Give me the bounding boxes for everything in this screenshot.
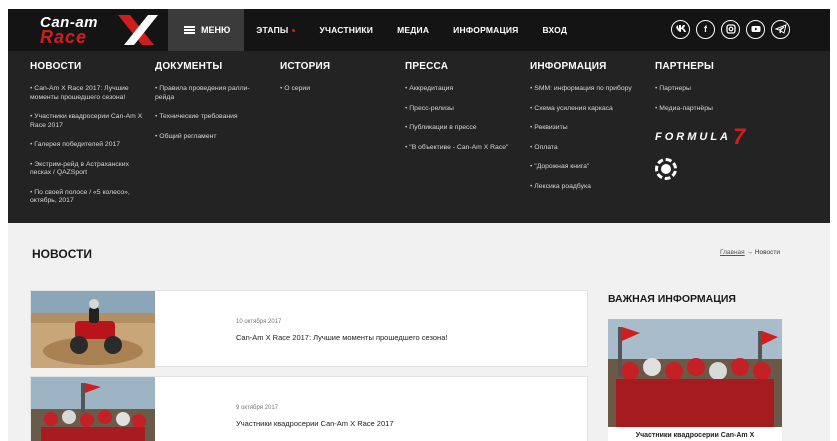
menu-link[interactable]: "Дорожная книга" xyxy=(530,163,650,172)
menu-link[interactable]: По своей полосе / «5 колесо», октябрь, 2… xyxy=(30,189,148,206)
formula-text: FORMULA xyxy=(655,131,731,143)
nav-item-information[interactable]: ИНФОРМАЦИЯ xyxy=(441,9,530,51)
menu-link[interactable]: Can-Am X Race 2017: Лучшие моменты проше… xyxy=(30,85,148,102)
menu-column-partners: ПАРТНЕРЫ Партнеры Медиа-партнёры FORMULA… xyxy=(655,61,775,180)
menu-list: Партнеры Медиа-партнёры xyxy=(655,85,775,113)
menu-list: Правила проведения ралли-рейда Техническ… xyxy=(155,85,267,141)
nav-item-media[interactable]: МЕДИА xyxy=(385,9,441,51)
menu-column-documents: ДОКУМЕНТЫ Правила проведения ралли-рейда… xyxy=(155,61,267,152)
menu-link[interactable]: Лексика роадбука xyxy=(530,183,650,192)
nav-item-stages[interactable]: ЭТАПЫ xyxy=(244,9,307,51)
logo-x-mark xyxy=(118,15,158,45)
menu-column-information: ИНФОРМАЦИЯ SMM: информация по прибору Сх… xyxy=(530,61,650,202)
formula-seven: 7 xyxy=(733,124,746,149)
menu-link[interactable]: Технические требования xyxy=(155,113,267,122)
menu-link[interactable]: SMM: информация по прибору xyxy=(530,85,650,94)
mega-menu: НОВОСТИ Can-Am X Race 2017: Лучшие момен… xyxy=(8,51,830,223)
page-title: НОВОСТИ xyxy=(32,247,93,261)
menu-column-title: ПРЕССА xyxy=(405,61,449,72)
nav-item-stages-label: ЭТАПЫ xyxy=(256,25,289,35)
menu-link[interactable]: Медиа-партнёры xyxy=(655,105,775,114)
menu-link[interactable]: Общий регламент xyxy=(155,133,267,142)
menu-list: SMM: информация по прибору Схема усилени… xyxy=(530,85,650,191)
top-nav-bar: Can-am Race МЕНЮ ЭТАПЫ УЧАСТНИКИ МЕДИА И… xyxy=(8,9,830,51)
menu-link[interactable]: Оплата xyxy=(530,144,650,153)
news-card[interactable]: 9 октября 2017 Участники квадросерии Can… xyxy=(30,376,588,441)
menu-column-title: ИСТОРИЯ xyxy=(280,61,331,72)
menu-list: О серии xyxy=(280,85,380,94)
menu-link[interactable]: Правила проведения ралли-рейда xyxy=(155,85,267,102)
menu-link[interactable]: Экстрим-рейд в Астраханских песках / QAZ… xyxy=(30,161,148,178)
menu-list: Аккредитация Пресс-релизы Публикации в п… xyxy=(405,85,527,152)
partner-gear-logo[interactable] xyxy=(655,158,677,180)
news-card-image[interactable] xyxy=(31,377,155,441)
menu-column-title: ПАРТНЕРЫ xyxy=(655,61,715,72)
formula7-logo[interactable]: FORMULA 7 xyxy=(655,124,775,150)
news-card-title[interactable]: Can-Am X Race 2017: Лучшие моменты проше… xyxy=(236,333,447,342)
menu-link[interactable]: "В объективе - Can-Am X Race" xyxy=(405,144,527,153)
breadcrumb-separator: → xyxy=(744,249,755,256)
sidebar-card-title[interactable]: Участники квадросерии Can-Am X xyxy=(608,432,782,439)
menu-column-history: ИСТОРИЯ О серии xyxy=(280,61,380,105)
nav-item-participants[interactable]: УЧАСТНИКИ xyxy=(307,9,385,51)
news-card-date: 10 октября 2017 xyxy=(236,319,282,325)
menu-column-title: ИНФОРМАЦИЯ xyxy=(530,61,607,72)
nav-item-login-label: ВХОД xyxy=(542,25,568,35)
nav-item-information-label: ИНФОРМАЦИЯ xyxy=(453,25,519,35)
menu-link[interactable]: Галерея победителей 2017 xyxy=(30,141,148,150)
page: Can-am Race МЕНЮ ЭТАПЫ УЧАСТНИКИ МЕДИА И… xyxy=(0,0,837,441)
menu-column-title: ДОКУМЕНТЫ xyxy=(155,61,223,72)
menu-link[interactable]: Реквизиты xyxy=(530,124,650,133)
menu-label: МЕНЮ xyxy=(201,25,231,35)
logo-line2: Race xyxy=(40,27,88,47)
menu-link[interactable]: Публикации в прессе xyxy=(405,124,527,133)
news-card-image[interactable] xyxy=(31,291,155,368)
menu-list: Can-Am X Race 2017: Лучшие моменты проше… xyxy=(30,85,148,206)
nav-item-participants-label: УЧАСТНИКИ xyxy=(319,25,374,35)
sidebar-title: ВАЖНАЯ ИНФОРМАЦИЯ xyxy=(608,293,736,305)
youtube-icon[interactable] xyxy=(746,20,765,39)
hamburger-icon xyxy=(184,26,195,34)
news-card-title[interactable]: Участники квадросерии Can-Am X Race 2017 xyxy=(236,419,394,428)
sidebar-card[interactable]: Участники квадросерии Can-Am X xyxy=(608,319,782,441)
nav-item-login[interactable]: ВХОД xyxy=(531,9,580,51)
menu-link[interactable]: Пресс-релизы xyxy=(405,105,527,114)
breadcrumb-home-link[interactable]: Главная xyxy=(720,249,745,256)
vk-icon[interactable] xyxy=(671,20,690,39)
facebook-icon[interactable]: f xyxy=(696,20,715,39)
main-nav: МЕНЮ ЭТАПЫ УЧАСТНИКИ МЕДИА ИНФОРМАЦИЯ ВХ… xyxy=(168,9,579,51)
site-logo[interactable]: Can-am Race xyxy=(36,13,158,47)
menu-link[interactable]: Схема усиления каркаса xyxy=(530,105,650,114)
telegram-icon[interactable] xyxy=(771,20,790,39)
news-card-date: 9 октября 2017 xyxy=(236,405,278,411)
menu-button[interactable]: МЕНЮ xyxy=(168,9,245,51)
menu-link[interactable]: Партнеры xyxy=(655,85,775,94)
nav-item-media-label: МЕДИА xyxy=(397,25,430,35)
breadcrumb-current: Новости xyxy=(754,249,780,256)
news-card[interactable]: 10 октября 2017 Can-Am X Race 2017: Лучш… xyxy=(30,290,588,368)
menu-column-title: НОВОСТИ xyxy=(30,61,82,72)
menu-link[interactable]: О серии xyxy=(280,85,380,94)
dropdown-dot-icon xyxy=(292,28,296,32)
sidebar-card-image[interactable] xyxy=(608,319,782,427)
menu-column-press: ПРЕССА Аккредитация Пресс-релизы Публика… xyxy=(405,61,527,163)
menu-column-news: НОВОСТИ Can-Am X Race 2017: Лучшие момен… xyxy=(30,61,148,217)
breadcrumb: Главная → Новости xyxy=(720,249,780,256)
main-content: НОВОСТИ Главная → Новости 10 октября 201… xyxy=(8,223,830,441)
menu-link[interactable]: Аккредитация xyxy=(405,85,527,94)
social-links: f xyxy=(671,20,790,39)
menu-link[interactable]: Участники квадросерии Can-Am X Race 2017 xyxy=(30,113,148,130)
instagram-icon[interactable] xyxy=(721,20,740,39)
